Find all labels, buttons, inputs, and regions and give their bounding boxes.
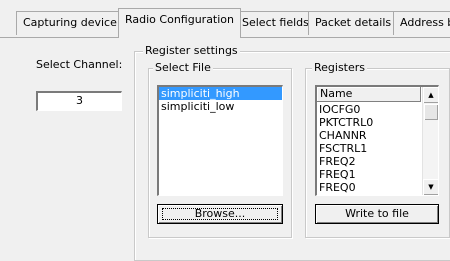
register-row[interactable]: CHANNR (317, 129, 421, 142)
select-file-title: Select File (153, 61, 213, 74)
tab-label: Packet details (315, 16, 392, 29)
register-row[interactable]: FSCTRL1 (317, 142, 421, 155)
tab-packet-details[interactable]: Packet details (308, 11, 399, 35)
tab-label: Address b (400, 16, 450, 29)
tab-address-book[interactable]: Address b (393, 11, 450, 35)
scroll-thumb[interactable] (424, 104, 438, 120)
register-row[interactable]: PKTCTRL0 (317, 116, 421, 129)
register-row[interactable]: FREQ1 (317, 168, 421, 181)
tab-label: Select fields (242, 16, 309, 29)
registers-scrollbar[interactable]: ▲ ▼ (422, 87, 438, 195)
register-row[interactable]: IOCFG0 (317, 103, 421, 116)
tab-panel: Select Channel: 3 Register settings Sele… (0, 37, 450, 261)
file-listbox[interactable]: simpliciti_high simpliciti_low (157, 85, 283, 196)
file-list-item[interactable]: simpliciti_high (159, 87, 282, 100)
tab-radio-configuration[interactable]: Radio Configuration (118, 8, 242, 38)
scroll-up-arrow-icon[interactable]: ▲ (423, 87, 438, 103)
tab-bar: Capturing device Radio Configuration Sel… (0, 0, 450, 38)
register-row[interactable]: FREQ0 (317, 181, 421, 194)
column-header-name[interactable]: Name (317, 87, 421, 102)
register-settings-title: Register settings (143, 44, 240, 57)
registers-rows: IOCFG0 PKTCTRL0 CHANNR FSCTRL1 FREQ2 FREQ1 FRE… (317, 103, 421, 194)
tab-capturing-device[interactable]: Capturing device (16, 11, 124, 35)
tab-label: Capturing device (23, 16, 117, 29)
focus-ring (162, 208, 278, 220)
registers-title: Registers (312, 61, 368, 74)
file-list-item[interactable]: simpliciti_low (159, 100, 282, 113)
tab-select-fields[interactable]: Select fields (235, 11, 316, 35)
tab-label: Radio Configuration (125, 13, 235, 26)
channel-input[interactable]: 3 (36, 91, 122, 111)
write-to-file-label: Write to file (345, 207, 409, 220)
browse-button[interactable]: Browse... (157, 204, 283, 224)
register-row[interactable]: FREQ2 (317, 155, 421, 168)
select-channel-label: Select Channel: (36, 58, 123, 71)
registers-listview[interactable]: Name IOCFG0 PKTCTRL0 CHANNR FSCTRL1 FREQ2 FRE… (315, 85, 439, 196)
write-to-file-button[interactable]: Write to file (315, 204, 439, 224)
scroll-down-arrow-icon[interactable]: ▼ (423, 179, 438, 195)
